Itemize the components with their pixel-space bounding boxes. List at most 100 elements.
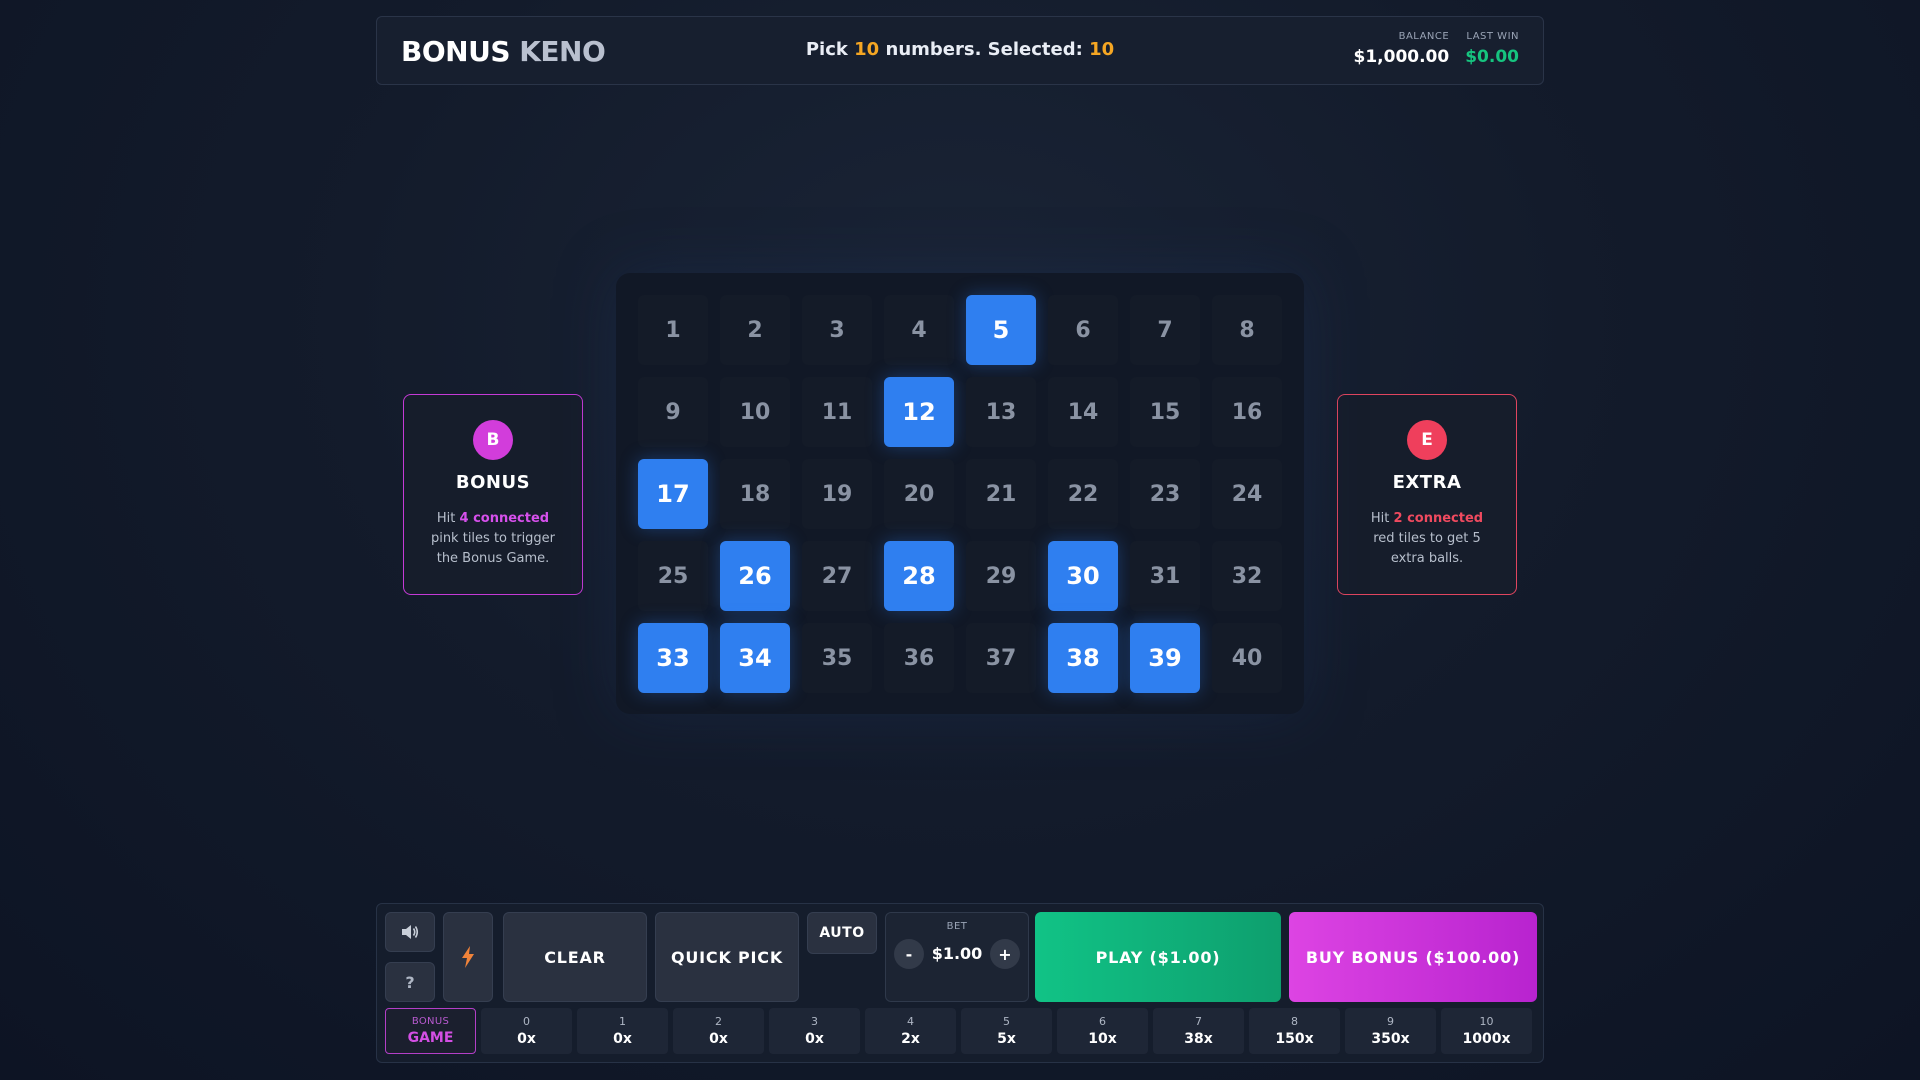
number-tile-5[interactable]: 5 (966, 295, 1036, 365)
number-tile-31[interactable]: 31 (1130, 541, 1200, 611)
paytable-cell-1: 1 0x (577, 1008, 668, 1054)
paytable-hits: 7 (1195, 1015, 1202, 1028)
number-tile-32[interactable]: 32 (1212, 541, 1282, 611)
status-prefix: Pick (805, 39, 848, 60)
number-grid: 1 2 3 4 5 6 7 8 9 10 11 12 13 14 15 16 17 18 19 20 21 22 23 24 2… (638, 295, 1282, 693)
paytable-cell-6: 6 10x (1057, 1008, 1148, 1054)
number-tile-26[interactable]: 26 (720, 541, 790, 611)
wallet-stats: BALANCE $1,000.00 LAST WIN $0.00 (1354, 31, 1520, 67)
paytable-hits: 6 (1099, 1015, 1106, 1028)
logo-word-bonus: BONUS (401, 35, 510, 68)
bonus-card-description: Hit 4 connected pink tiles to trigger th… (426, 509, 560, 569)
number-tile-29[interactable]: 29 (966, 541, 1036, 611)
paytable-cell-4: 4 2x (865, 1008, 956, 1054)
number-tile-16[interactable]: 16 (1212, 377, 1282, 447)
number-tile-39[interactable]: 39 (1130, 623, 1200, 693)
number-tile-17[interactable]: 17 (638, 459, 708, 529)
extra-info-card: E EXTRA Hit 2 connected red tiles to get… (1337, 394, 1517, 595)
number-tile-25[interactable]: 25 (638, 541, 708, 611)
bet-control: BET - $1.00 + (885, 912, 1029, 1002)
extra-desc-after: red tiles to get 5 extra balls. (1373, 531, 1481, 566)
paytable-hits: 5 (1003, 1015, 1010, 1028)
keno-board: 1 2 3 4 5 6 7 8 9 10 11 12 13 14 15 16 17 18 19 20 21 22 23 24 2… (616, 273, 1304, 714)
help-button[interactable]: ? (385, 962, 435, 1002)
last-win-label: LAST WIN (1466, 31, 1519, 42)
lightning-icon (462, 946, 474, 968)
header-bar: BONUS KENO Pick 10 numbers. Selected: 10… (376, 16, 1544, 85)
paytable-multiplier: 10x (1088, 1031, 1117, 1047)
extra-card-description: Hit 2 connected red tiles to get 5 extra… (1360, 509, 1494, 569)
clear-button[interactable]: CLEAR (503, 912, 647, 1002)
number-tile-12[interactable]: 12 (884, 377, 954, 447)
balance-stat: BALANCE $1,000.00 (1354, 31, 1450, 67)
number-tile-6[interactable]: 6 (1048, 295, 1118, 365)
number-tile-28[interactable]: 28 (884, 541, 954, 611)
number-tile-10[interactable]: 10 (720, 377, 790, 447)
number-tile-37[interactable]: 37 (966, 623, 1036, 693)
number-tile-38[interactable]: 38 (1048, 623, 1118, 693)
balance-label: BALANCE (1398, 31, 1450, 42)
number-tile-33[interactable]: 33 (638, 623, 708, 693)
paytable-cell-0: 0 0x (481, 1008, 572, 1054)
number-tile-34[interactable]: 34 (720, 623, 790, 693)
number-tile-2[interactable]: 2 (720, 295, 790, 365)
extra-desc-highlight: 2 connected (1393, 511, 1484, 526)
bonus-game-button[interactable]: BONUS GAME (385, 1008, 476, 1054)
number-tile-14[interactable]: 14 (1048, 377, 1118, 447)
number-tile-15[interactable]: 15 (1130, 377, 1200, 447)
number-tile-30[interactable]: 30 (1048, 541, 1118, 611)
bonus-badge-icon: B (473, 420, 513, 460)
last-win-stat: LAST WIN $0.00 (1465, 31, 1519, 67)
number-tile-8[interactable]: 8 (1212, 295, 1282, 365)
paytable-hits: 4 (907, 1015, 914, 1028)
bonus-info-card: B BONUS Hit 4 connected pink tiles to tr… (403, 394, 583, 595)
paytable-multiplier: 150x (1275, 1031, 1314, 1047)
paytable-cell-10: 10 1000x (1441, 1008, 1532, 1054)
number-tile-21[interactable]: 21 (966, 459, 1036, 529)
turbo-button[interactable] (443, 912, 493, 1002)
number-tile-9[interactable]: 9 (638, 377, 708, 447)
extra-desc-before: Hit (1370, 511, 1390, 526)
number-tile-3[interactable]: 3 (802, 295, 872, 365)
control-panel: ? CLEAR QUICK PICK AUTO BET - $1.00 + PL… (376, 903, 1544, 1063)
number-tile-1[interactable]: 1 (638, 295, 708, 365)
game-logo: BONUS KENO (401, 35, 606, 68)
auto-button[interactable]: AUTO (807, 912, 877, 954)
quick-pick-button[interactable]: QUICK PICK (655, 912, 799, 1002)
paytable-hits: 1 (619, 1015, 626, 1028)
logo-word-keno: KENO (519, 35, 606, 68)
number-tile-4[interactable]: 4 (884, 295, 954, 365)
extra-badge-icon: E (1407, 420, 1447, 460)
number-tile-27[interactable]: 27 (802, 541, 872, 611)
bet-label: BET (946, 921, 968, 932)
paytable-hits: 8 (1291, 1015, 1298, 1028)
bet-increase-button[interactable]: + (990, 939, 1020, 969)
number-tile-24[interactable]: 24 (1212, 459, 1282, 529)
paytable: BONUS GAME 0 0x 1 0x 2 0x 3 0x 4 2x 5 5x 6 10x 7 38x 8 15… (385, 1008, 1532, 1054)
paytable-multiplier: 0x (709, 1031, 728, 1047)
selected-count: 10 (1089, 39, 1115, 60)
sound-toggle-button[interactable] (385, 912, 435, 952)
number-tile-7[interactable]: 7 (1130, 295, 1200, 365)
number-tile-18[interactable]: 18 (720, 459, 790, 529)
number-tile-11[interactable]: 11 (802, 377, 872, 447)
number-tile-22[interactable]: 22 (1048, 459, 1118, 529)
number-tile-35[interactable]: 35 (802, 623, 872, 693)
number-tile-20[interactable]: 20 (884, 459, 954, 529)
number-tile-23[interactable]: 23 (1130, 459, 1200, 529)
buy-bonus-button[interactable]: BUY BONUS ($100.00) (1289, 912, 1537, 1002)
number-tile-19[interactable]: 19 (802, 459, 872, 529)
number-tile-40[interactable]: 40 (1212, 623, 1282, 693)
play-button[interactable]: PLAY ($1.00) (1035, 912, 1281, 1002)
paytable-multiplier: 1000x (1462, 1031, 1511, 1047)
paytable-hits: 10 (1479, 1015, 1494, 1028)
paytable-hits: 2 (715, 1015, 722, 1028)
number-tile-13[interactable]: 13 (966, 377, 1036, 447)
paytable-cell-3: 3 0x (769, 1008, 860, 1054)
number-tile-36[interactable]: 36 (884, 623, 954, 693)
bonus-desc-before: Hit (436, 511, 456, 526)
paytable-cell-8: 8 150x (1249, 1008, 1340, 1054)
speaker-icon (402, 925, 419, 939)
paytable-cell-5: 5 5x (961, 1008, 1052, 1054)
paytable-multiplier: 2x (901, 1031, 920, 1047)
